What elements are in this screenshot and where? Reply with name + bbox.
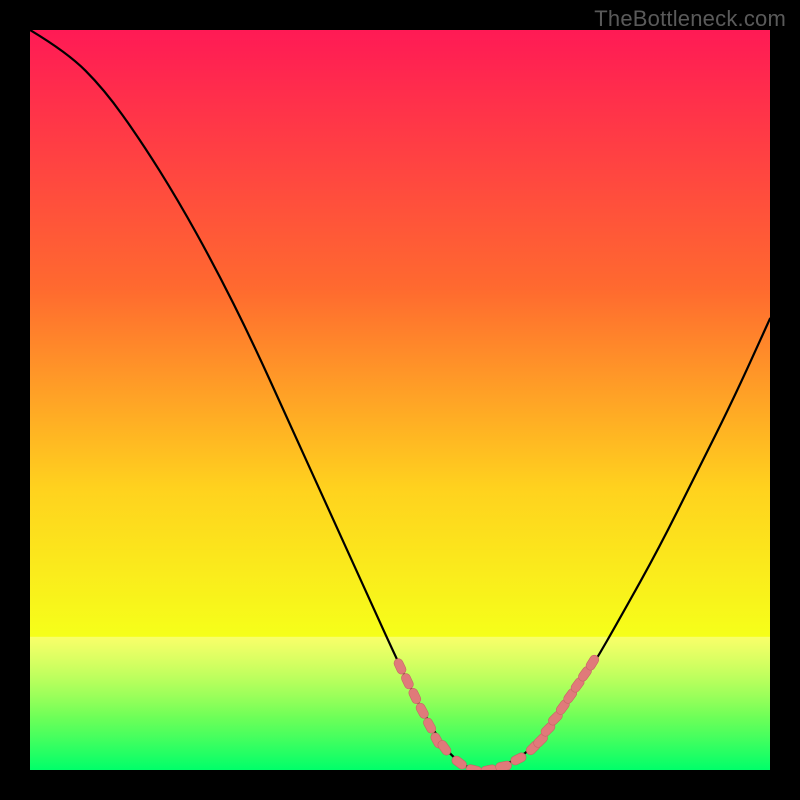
bottleneck-chart [30, 30, 770, 770]
plot-area [30, 30, 770, 770]
bottom-tint-band [30, 637, 770, 770]
watermark-text: TheBottleneck.com [594, 6, 786, 32]
chart-frame: TheBottleneck.com [0, 0, 800, 800]
